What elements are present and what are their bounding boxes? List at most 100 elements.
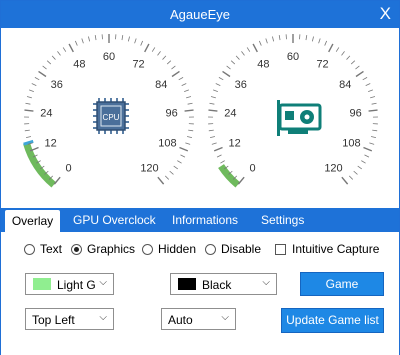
cpu-tick <box>157 51 161 56</box>
cpu-tick <box>181 83 187 86</box>
gpu-tick <box>305 35 308 41</box>
tab-informations[interactable]: Informations <box>172 208 238 232</box>
gpu-tick <box>311 36 314 42</box>
cpu-tick <box>166 60 172 65</box>
gpu-tick <box>341 176 349 185</box>
size-select[interactable]: Auto ⌵ <box>161 308 236 330</box>
gpu-tick-label: 36 <box>235 79 247 91</box>
intuitive-capture-checkbox[interactable]: Intuitive Capture <box>275 242 379 256</box>
gauges-area: 01224364860728496108120 CPU 012243648607… <box>23 34 378 188</box>
cpu-tick <box>31 83 37 86</box>
cpu-tick <box>140 40 144 46</box>
cpu-tick <box>144 43 150 53</box>
cpu-tick <box>57 51 61 56</box>
gpu-tick <box>324 40 328 46</box>
gpu-tick <box>364 154 370 158</box>
cpu-tick <box>68 43 74 53</box>
text-color-swatch <box>33 278 51 290</box>
radio-text-label: Text <box>40 242 63 256</box>
cpu-icon-label: CPU <box>103 113 120 122</box>
update-game-list-button[interactable]: Update Game list <box>281 308 384 333</box>
gpu-tick <box>246 47 251 52</box>
gpu-tick <box>211 142 217 145</box>
cpu-tick <box>173 165 179 170</box>
close-icon[interactable]: X <box>380 4 391 24</box>
gpu-tick <box>328 43 334 53</box>
radio-hidden-dot[interactable] <box>142 243 153 255</box>
gpu-tick <box>361 160 366 164</box>
cpu-tick <box>88 36 91 42</box>
overlay-panel: Text Graphics Hidden Disable Intuitive C… <box>1 232 399 355</box>
cpu-tick <box>94 35 97 41</box>
gpu-tick <box>353 170 358 175</box>
radio-graphics-dot[interactable] <box>71 243 82 255</box>
radio-text[interactable]: Text <box>24 242 62 256</box>
gpu-tick <box>355 70 364 78</box>
gpu-tick <box>222 70 231 78</box>
position-select[interactable]: Top Left ⌵ <box>25 308 114 330</box>
radio-disable-dot[interactable] <box>205 243 216 255</box>
tab-gpu-overclock[interactable]: GPU Overclock <box>73 208 156 232</box>
cpu-tick <box>180 154 186 158</box>
cpu-tick <box>151 47 156 52</box>
gpu-tick-label: 0 <box>249 162 255 174</box>
gpu-tick <box>370 96 376 99</box>
app-window: AgaueEye X 0 12 24 36 48 60 72 84 96 108 120 CPU <box>0 0 400 355</box>
title-bar[interactable]: AgaueEye X <box>1 1 399 28</box>
radio-text-dot[interactable] <box>24 243 35 255</box>
gpu-tick <box>216 154 222 158</box>
cpu-tick <box>187 102 193 105</box>
text-color-select[interactable]: Light G ⌵ <box>25 273 114 295</box>
cpu-tick <box>179 146 189 152</box>
cpu-tick <box>127 36 130 42</box>
cpu-tick-label: 36 <box>51 79 63 91</box>
gpu-tick <box>212 89 218 93</box>
gpu-tick <box>226 65 231 70</box>
gpu-tick <box>210 96 216 99</box>
radio-disable[interactable]: Disable <box>205 242 261 256</box>
background-color-swatch <box>178 278 196 290</box>
cpu-tick <box>164 175 170 180</box>
cpu-tick-label: 120 <box>140 162 158 174</box>
cpu-tick <box>184 109 194 112</box>
game-sessions-button[interactable]: Game Sessions <box>300 272 384 313</box>
cpu-tick <box>185 142 191 145</box>
gpu-tick-label: 120 <box>324 162 342 174</box>
cpu-tick-label: 108 <box>158 138 176 150</box>
gpu-tick <box>365 83 371 86</box>
cpu-tick <box>62 47 67 52</box>
cpu-tick <box>42 65 47 70</box>
radio-graphics[interactable]: Graphics <box>71 242 135 256</box>
gpu-tick-label: 60 <box>287 51 299 63</box>
gpu-tick <box>335 47 340 52</box>
gpu-tick <box>241 51 245 56</box>
intuitive-capture-box[interactable] <box>275 243 286 255</box>
cpu-tick <box>46 60 52 65</box>
size-value: Auto <box>168 313 193 327</box>
background-color-select[interactable]: Black ⌵ <box>170 273 277 295</box>
gpu-tick <box>218 77 224 81</box>
cpu-chip-icon: CPU <box>93 98 129 134</box>
gpu-tick <box>213 146 223 152</box>
tab-overlay[interactable]: Overlay <box>5 210 60 232</box>
gpu-tick <box>220 160 225 164</box>
radio-disable-label: Disable <box>221 242 262 256</box>
cpu-tick-label: 96 <box>166 107 178 119</box>
gpu-tick <box>370 136 377 139</box>
gpu-tick <box>272 36 275 42</box>
gpu-gauge: 0 12 24 36 48 60 72 84 96 108120 <box>208 34 378 188</box>
gpu-tick <box>208 129 214 132</box>
gpu-tick <box>318 38 321 44</box>
radio-hidden[interactable]: Hidden <box>142 242 196 256</box>
cpu-tick <box>162 55 167 60</box>
cpu-tick <box>177 160 182 164</box>
gpu-tick-label: 12 <box>228 138 240 150</box>
gpu-tick <box>209 102 215 105</box>
cpu-tick-label: 0 <box>65 162 71 174</box>
gpu-tick <box>215 83 221 86</box>
cpu-tick <box>134 38 137 44</box>
gpu-tick <box>369 142 375 145</box>
cpu-tick-label: 60 <box>103 51 115 63</box>
cpu-tick <box>38 70 47 78</box>
tab-settings[interactable]: Settings <box>261 208 304 232</box>
